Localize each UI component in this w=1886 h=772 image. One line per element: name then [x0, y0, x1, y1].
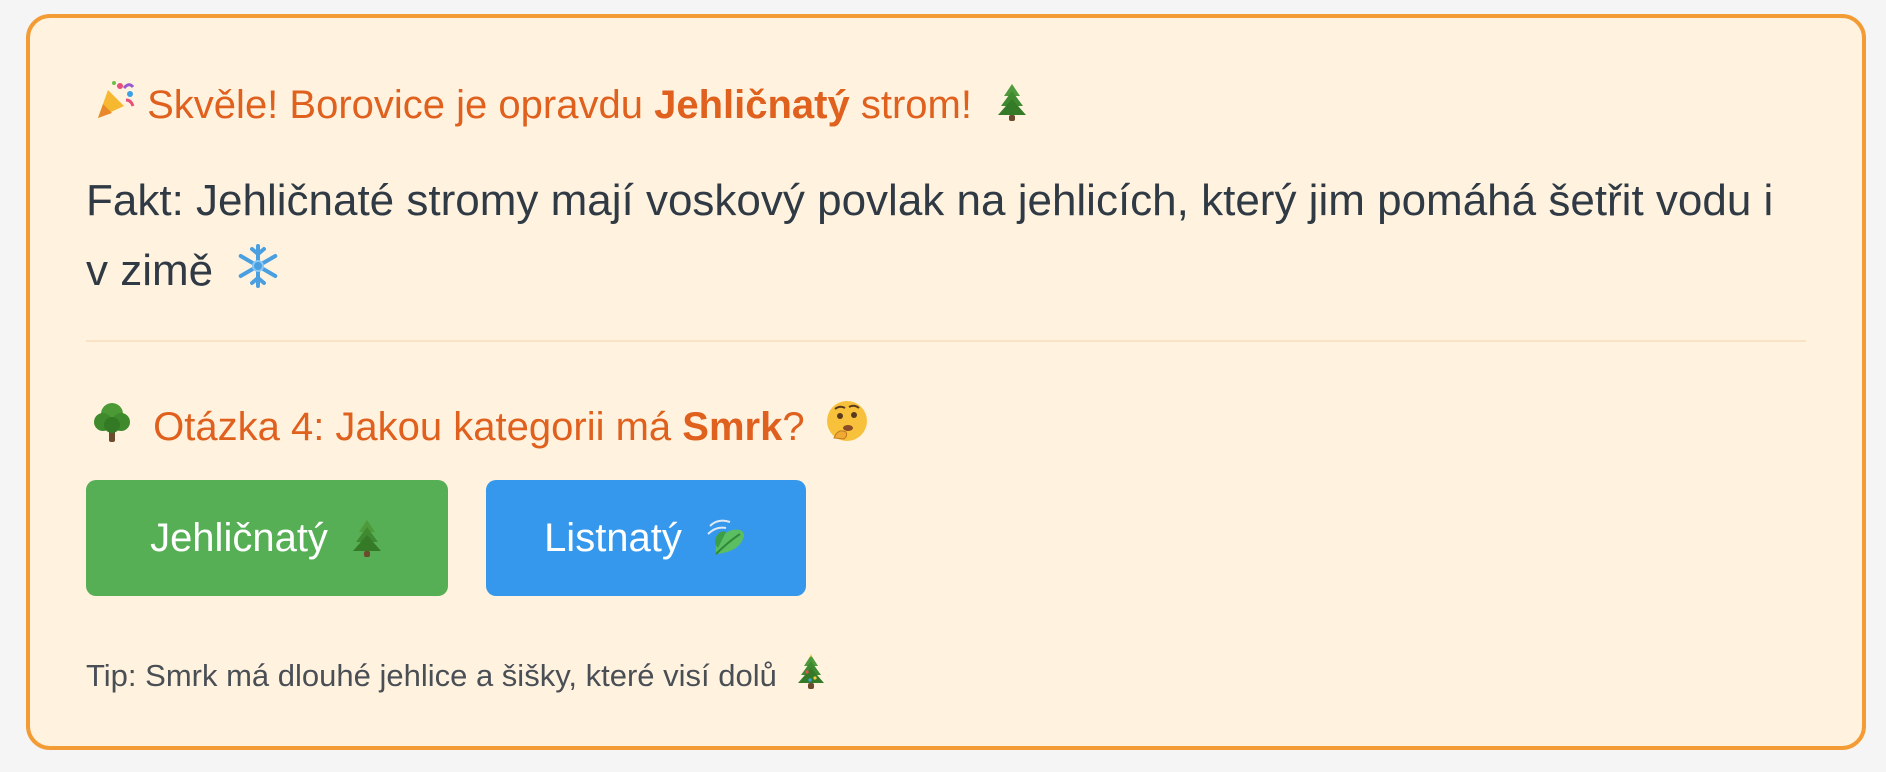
leaf-fluttering-icon [704, 516, 748, 560]
snowflake-icon [235, 243, 281, 289]
divider [86, 340, 1806, 342]
answer-button-conifer[interactable]: Jehličnatý [86, 480, 448, 596]
question-heading: Otázka 4: Jakou kategorii má Smrk? [92, 398, 870, 451]
evergreen-tree-icon [995, 82, 1029, 122]
feedback-category: Jehličnatý [654, 83, 850, 127]
party-popper-icon [92, 78, 136, 122]
tip-body: Tip: Smrk má dlouhé jehlice a šišky, kte… [86, 658, 777, 693]
answer-button-deciduous[interactable]: Listnatý [486, 480, 806, 596]
feedback-prefix: Skvěle! Borovice je opravdu [147, 83, 643, 127]
tip-text: Tip: Smrk má dlouhé jehlice a šišky, kte… [86, 654, 826, 694]
answer-label-deciduous: Listnatý [544, 515, 682, 560]
deciduous-tree-icon [92, 400, 132, 444]
question-prefix: Otázka 4: Jakou kategorii má [153, 405, 672, 449]
evergreen-tree-icon [350, 518, 384, 558]
fact-text: Fakt: Jehličnaté stromy mají voskový pov… [86, 166, 1786, 306]
question-suffix: ? [782, 405, 805, 449]
thinking-face-icon [824, 398, 870, 444]
answer-label-conifer: Jehličnatý [150, 515, 328, 560]
question-tree-name: Smrk [682, 405, 783, 449]
fact-body: Fakt: Jehličnaté stromy mají voskový pov… [86, 176, 1774, 295]
feedback-message: Skvěle! Borovice je opravdu Jehličnatý s… [92, 78, 1822, 129]
christmas-tree-icon [796, 654, 826, 690]
feedback-suffix: strom! [860, 83, 972, 127]
quiz-card: Skvěle! Borovice je opravdu Jehličnatý s… [26, 14, 1866, 750]
